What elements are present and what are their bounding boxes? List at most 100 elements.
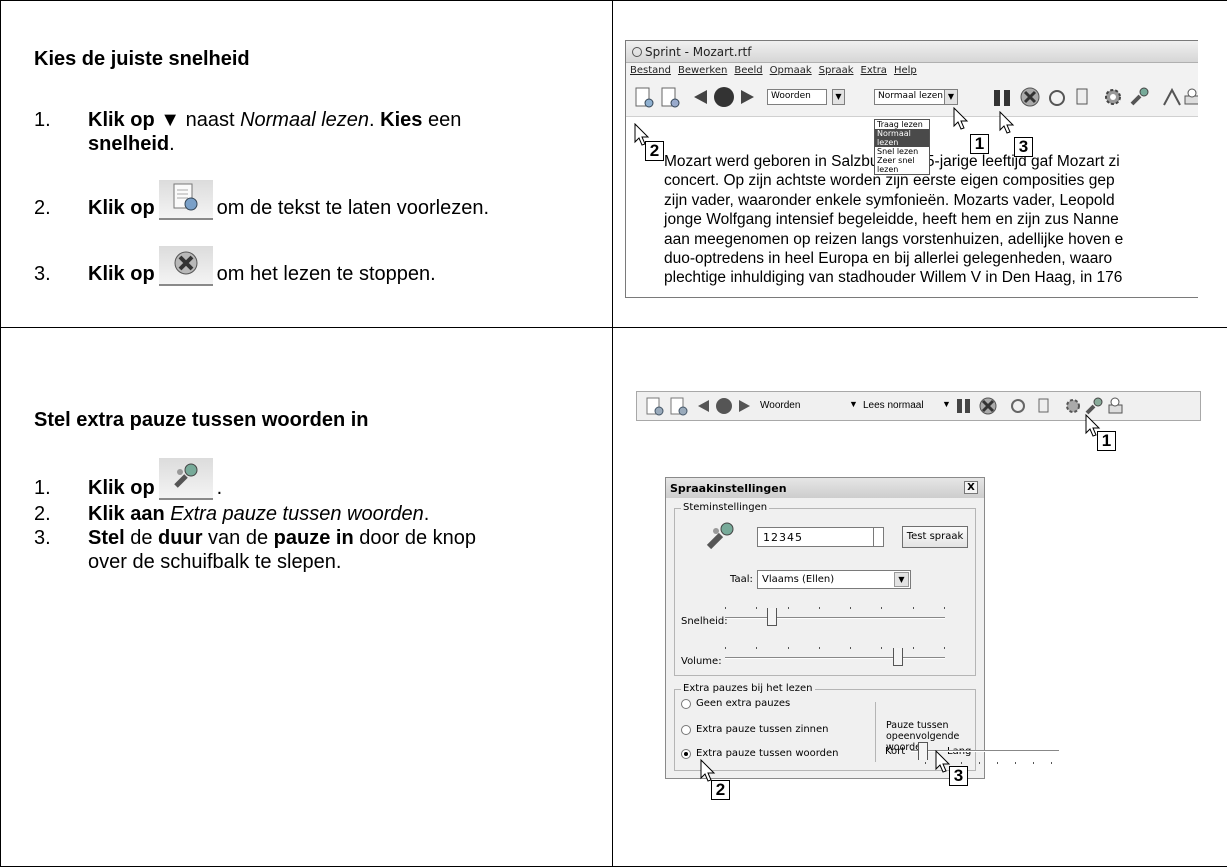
chevron-down-icon[interactable]: ▼ [849, 399, 858, 409]
speed-option-normaal[interactable]: Normaal lezen [875, 129, 929, 147]
read-aloud-icon [158, 180, 213, 220]
speed-dropdown-list: Traag lezen Normaal lezen Snel lezen Zee… [874, 119, 930, 175]
export-icon[interactable] [1182, 86, 1198, 108]
record-icon[interactable] [715, 397, 733, 415]
volume-slider[interactable] [725, 645, 945, 669]
unit-select[interactable]: Woorden [767, 89, 827, 105]
callout-1: 1 [970, 134, 989, 154]
previous-icon[interactable] [695, 398, 711, 414]
slider-tick [979, 762, 980, 764]
read-aloud-icon[interactable] [634, 86, 654, 110]
slider-tick [944, 607, 945, 609]
voice-settings-group: Steminstellingen 12345 Test spraak Taal:… [674, 502, 976, 676]
speed-select[interactable]: Normaal lezen ▼ [874, 89, 958, 105]
slider-thumb[interactable] [893, 648, 903, 666]
menu-bar: Bestand Bewerken Beeld Opmaak Spraak Extra Hel… [626, 63, 1198, 81]
document-line: zijn vader, waaronder enkele symfonieën.… [664, 191, 1115, 209]
dialog-titlebar: Spraakinstellingen X [666, 478, 984, 498]
slider-tick [1051, 762, 1052, 764]
dictionary-icon[interactable] [1035, 396, 1053, 416]
menu-opmaak[interactable]: Opmaak [770, 65, 812, 76]
previous-icon[interactable] [691, 88, 709, 106]
speed-option-traag[interactable]: Traag lezen [875, 120, 929, 129]
menu-extra[interactable]: Extra [861, 65, 887, 76]
radio-pause-between-words[interactable]: Extra pauze tussen woorden [681, 748, 839, 759]
unit-select-arrow[interactable]: ▼ [832, 89, 845, 105]
slider-tick [756, 607, 757, 609]
step-text: . [169, 133, 175, 155]
mouse-pointer-icon [700, 759, 716, 782]
slider-tick [850, 607, 851, 609]
read-aloud-icon[interactable] [645, 396, 665, 418]
tools-icon[interactable] [1161, 86, 1183, 108]
menu-help[interactable]: Help [894, 65, 917, 76]
slider-thumb[interactable] [918, 742, 928, 760]
group-label: Extra pauzes bij het lezen [681, 683, 815, 694]
window-title: Sprint - Mozart.rtf [645, 45, 752, 59]
menu-beeld[interactable]: Beeld [734, 65, 762, 76]
slider-thumb[interactable] [767, 608, 777, 626]
volume-label: Volume: [681, 656, 722, 667]
dictionary-icon[interactable] [1073, 86, 1093, 108]
step-text: door de knop [353, 527, 476, 549]
step-text: de [124, 527, 159, 549]
group-label: Steminstellingen [681, 502, 770, 513]
chevron-down-icon[interactable]: ▼ [894, 572, 909, 587]
test-text-input[interactable]: 12345 [757, 527, 874, 547]
slider-tick [961, 762, 962, 764]
chevron-down-icon[interactable]: ▼ [944, 90, 957, 104]
step-number: 2. [34, 197, 51, 219]
menu-bestand[interactable]: Bestand [630, 65, 671, 76]
slider-tick [725, 607, 726, 609]
unit-select[interactable]: Woorden [760, 400, 800, 411]
speed-option-zeer-snel[interactable]: Zeer snel lezen [875, 156, 929, 174]
close-button[interactable]: X [964, 481, 978, 494]
slider-tick [913, 647, 914, 649]
chevron-down-icon: ▼ [833, 90, 844, 104]
speed-slider[interactable] [725, 605, 945, 629]
pause-slider[interactable] [911, 742, 1059, 766]
pause-icon[interactable] [955, 397, 973, 415]
speech-settings-icon[interactable] [1084, 396, 1104, 416]
record-icon[interactable] [713, 86, 735, 108]
menu-spraak[interactable]: Spraak [819, 65, 854, 76]
step-number: 3. [34, 263, 51, 285]
gear-icon[interactable] [1102, 86, 1124, 108]
stop-reading-icon[interactable] [1019, 86, 1041, 108]
section1-heading: Kies de juiste snelheid [34, 48, 250, 70]
slider-tick [819, 647, 820, 649]
pause-icon[interactable] [992, 88, 1014, 108]
slider-track[interactable] [725, 617, 945, 619]
test-speech-button[interactable]: Test spraak [902, 526, 968, 548]
language-select[interactable]: Vlaams (Ellen) ▼ [757, 570, 911, 589]
step-text: om de tekst te laten voorlezen. [216, 197, 490, 219]
radio-pause-between-sentences[interactable]: Extra pauze tussen zinnen [681, 724, 829, 735]
radio-no-extra-pauses[interactable]: Geen extra pauzes [681, 698, 790, 709]
menu-bewerken[interactable]: Bewerken [678, 65, 727, 76]
gear-icon[interactable] [1063, 396, 1083, 416]
next-icon[interactable] [739, 88, 757, 106]
stop-reading-icon[interactable] [978, 396, 998, 416]
mouse-pointer-icon [953, 107, 969, 130]
next-icon[interactable] [737, 398, 753, 414]
read-document-icon[interactable] [660, 86, 680, 110]
speed-select-value: Normaal lezen [878, 91, 943, 101]
unit-select-value: Woorden [771, 91, 811, 101]
spell-icon[interactable] [1009, 397, 1027, 415]
speech-settings-icon[interactable] [1128, 86, 1150, 108]
chevron-down-icon[interactable]: ▼ [942, 399, 951, 409]
slider-track[interactable] [725, 657, 945, 659]
step-instruction-bold: Klik op [88, 263, 155, 285]
step-instruction-bold: duur [158, 527, 203, 549]
export-icon[interactable] [1106, 396, 1126, 416]
speed-select[interactable]: Lees normaal [863, 400, 924, 411]
read-document-icon[interactable] [669, 396, 689, 418]
spell-icon[interactable] [1047, 88, 1067, 108]
speed-option-snel[interactable]: Snel lezen [875, 147, 929, 156]
step-instruction-bold: Klik aan [88, 503, 165, 525]
slider-track[interactable] [911, 750, 1059, 752]
test-text-input-end[interactable] [874, 527, 884, 547]
callout-3: 3 [1014, 137, 1033, 157]
step-number: 1. [34, 477, 51, 499]
step-instruction-bold: pauze in [273, 527, 354, 549]
